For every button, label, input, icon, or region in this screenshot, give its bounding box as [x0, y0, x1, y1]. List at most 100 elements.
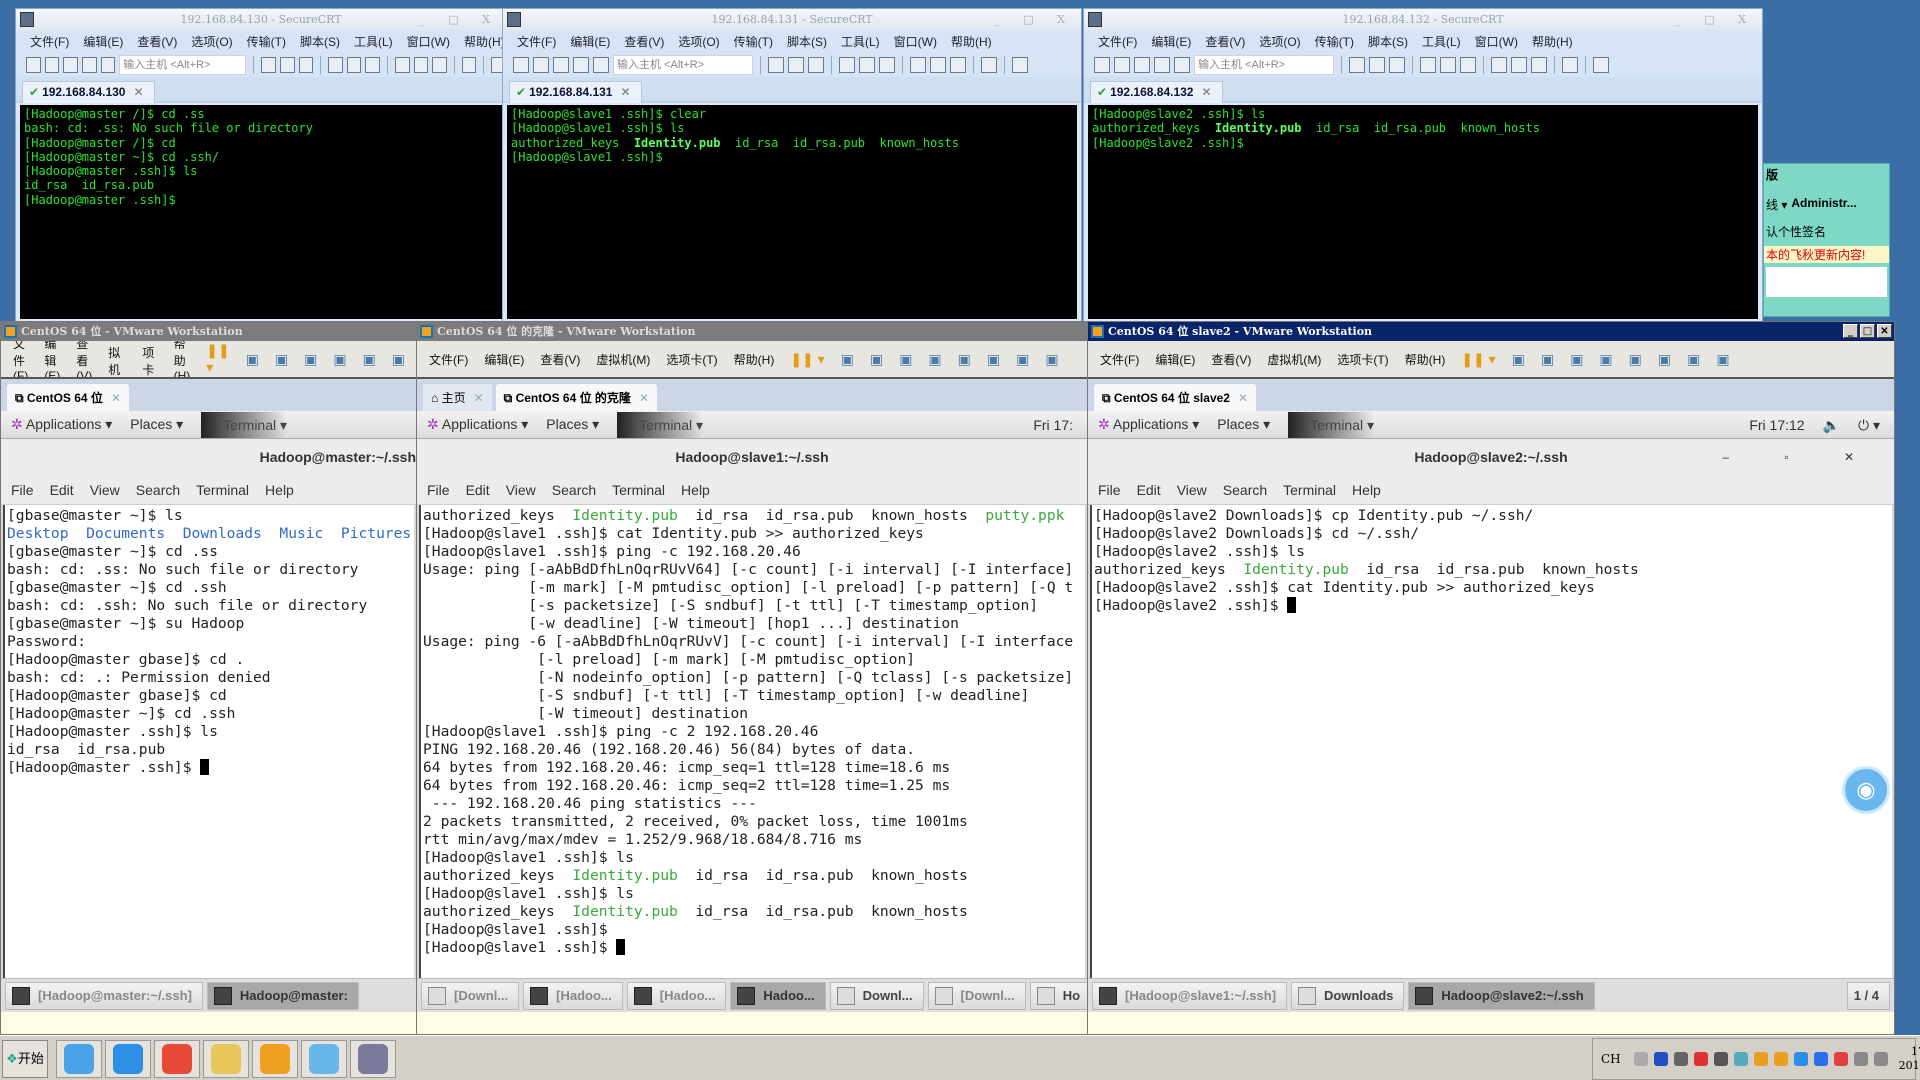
menu-item[interactable]: 查看(V) — [540, 351, 580, 368]
window-list-item[interactable]: Downl... — [829, 982, 924, 1010]
copy-icon[interactable] — [768, 57, 784, 73]
host-input[interactable]: 输入主机 <Alt+R> — [1194, 55, 1334, 75]
connect-icon[interactable] — [513, 57, 529, 73]
gnome-clock[interactable]: Fri 17:12 — [1749, 411, 1804, 439]
menu-item[interactable]: 脚本(S) — [787, 31, 827, 53]
menu-item[interactable]: 编辑(E) — [83, 31, 123, 53]
menu-item[interactable]: 工具(L) — [841, 31, 880, 53]
menu-item[interactable]: 编辑(E) — [1155, 351, 1195, 368]
terminal-menu-item[interactable]: Edit — [1137, 482, 1161, 498]
terminal-menu-item[interactable]: Terminal — [196, 482, 249, 498]
menu-item[interactable]: 选项(O) — [191, 31, 232, 53]
thumbnail-icon[interactable]: ▣ — [987, 351, 1000, 368]
terminal-menu-item[interactable]: Search — [552, 482, 596, 498]
xx-icon[interactable] — [1753, 1052, 1768, 1066]
send-ctrl-alt-del-icon[interactable]: ▣ — [1512, 351, 1525, 368]
snapshot-icon[interactable]: ▣ — [275, 351, 288, 368]
signal-icon[interactable] — [1853, 1052, 1868, 1066]
menu-item[interactable]: 文件(F) — [429, 351, 468, 368]
printer-icon[interactable] — [879, 57, 895, 73]
menu-item[interactable]: 文件(F) — [30, 31, 69, 53]
pause-icon[interactable]: ❚❚ ▾ — [206, 342, 229, 376]
menu-item[interactable]: 文件(F) — [517, 31, 556, 53]
session-options-icon[interactable] — [910, 57, 926, 73]
terminal-menu-item[interactable]: Help — [1352, 482, 1381, 498]
reconnect-icon[interactable] — [81, 57, 97, 73]
terminal-menu-item[interactable]: Edit — [50, 482, 74, 498]
menu-item[interactable]: 脚本(S) — [300, 31, 340, 53]
terminal-output[interactable]: authorized_keys Identity.pub id_rsa id_r… — [419, 505, 1085, 978]
paste-icon[interactable] — [788, 57, 804, 73]
window-controls[interactable]: _ □ X — [994, 9, 1075, 31]
terminal-menu-item[interactable]: Help — [265, 482, 294, 498]
vm-tab[interactable]: ⧉ CentOS 64 位 ✕ — [7, 384, 129, 413]
menu-item[interactable]: 文件(F) — [1098, 31, 1137, 53]
connect-icon[interactable] — [26, 57, 41, 73]
close-tab-icon[interactable]: ✕ — [111, 391, 121, 405]
thumbnail-icon[interactable]: ▣ — [1658, 351, 1671, 368]
weather-icon[interactable] — [1733, 1052, 1748, 1066]
quick-connect-icon[interactable] — [1114, 57, 1130, 73]
menu-item[interactable]: 查看(V) — [1211, 351, 1251, 368]
terminal-menu-item[interactable]: Help — [681, 482, 710, 498]
revert-snapshot-icon[interactable]: ▣ — [1570, 351, 1583, 368]
terminal-menu-item[interactable]: View — [506, 482, 536, 498]
securecrt-button[interactable] — [350, 1040, 396, 1078]
print-setup-icon[interactable] — [328, 57, 343, 73]
keymap-icon[interactable] — [950, 57, 966, 73]
menu-item[interactable]: 虚拟机(M) — [596, 351, 650, 368]
close-tab-icon[interactable]: ✕ — [474, 391, 484, 405]
qq-panel[interactable]: 版 线 ▾ Administr... 认个性签名 本的飞秋更新内容! — [1763, 163, 1890, 317]
clock[interactable]: 17:122017/5/12 — [1899, 1045, 1920, 1073]
volume-icon[interactable]: 🔈 — [1823, 411, 1840, 439]
close-tab-icon[interactable]: ✕ — [1201, 85, 1211, 99]
wifi-icon[interactable] — [1793, 1052, 1808, 1066]
print-icon[interactable] — [859, 57, 875, 73]
terminal-output[interactable]: [Hadoop@slave2 .ssh]$ ls authorized_keys … — [1088, 105, 1758, 319]
qq-search-box[interactable] — [1766, 267, 1887, 297]
maximize-button[interactable]: □ — [1860, 324, 1875, 338]
print-setup-icon[interactable] — [839, 57, 855, 73]
menu-item[interactable]: 帮助(H) — [734, 351, 775, 368]
menu-item[interactable]: 窗口(W) — [894, 31, 937, 53]
print-icon[interactable] — [346, 57, 362, 73]
snapshot-icon[interactable]: ▣ — [1541, 351, 1554, 368]
revert-snapshot-icon[interactable]: ▣ — [899, 351, 912, 368]
quick-connect-icon[interactable] — [533, 57, 549, 73]
terminal-app-menu[interactable]: Terminal ▾ — [617, 411, 704, 438]
show-library-icon[interactable]: ▣ — [958, 351, 971, 368]
menu-item[interactable]: 编辑(E) — [484, 351, 524, 368]
menu-item[interactable]: 传输(T) — [247, 31, 286, 53]
disconnect-icon[interactable] — [100, 57, 116, 73]
qq-browser-button[interactable] — [56, 1040, 102, 1078]
menu-item[interactable]: 传输(T) — [1315, 31, 1354, 53]
terminal-menu-item[interactable]: Search — [1223, 482, 1267, 498]
send-ctrl-alt-del-icon[interactable]: ▣ — [841, 351, 854, 368]
global-options-icon[interactable] — [1511, 57, 1527, 73]
find-icon[interactable] — [808, 57, 824, 73]
qq-status[interactable]: 线 ▾ — [1766, 196, 1787, 213]
reconnect-icon[interactable] — [1154, 57, 1170, 73]
snapshot-icon[interactable]: ▣ — [870, 351, 883, 368]
fullscreen-icon[interactable]: ▣ — [1016, 351, 1029, 368]
window-list-item[interactable]: Hadoop@master: — [206, 982, 359, 1010]
print-setup-icon[interactable] — [1420, 57, 1436, 73]
applications-menu[interactable]: ✲ Applications ▾ — [427, 416, 528, 433]
menu-item[interactable]: 工具(L) — [354, 31, 393, 53]
language-indicator[interactable]: CH — [1601, 1052, 1621, 1066]
connect-tab-icon[interactable] — [1134, 57, 1150, 73]
revert-snapshot-icon[interactable]: ▣ — [304, 351, 317, 368]
session-options-icon[interactable] — [394, 57, 410, 73]
thumbnail-icon[interactable]: ▣ — [392, 351, 405, 368]
terminal-app-menu[interactable]: Terminal ▾ — [201, 411, 288, 438]
pause-icon[interactable]: ❚❚ ▾ — [1461, 351, 1495, 368]
terminal-output[interactable]: [Hadoop@master /]$ cd .ss bash: cd: .ss: … — [20, 105, 502, 319]
menu-item[interactable]: 查看(V) — [76, 335, 92, 383]
menu-item[interactable]: 窗口(W) — [1475, 31, 1518, 53]
help-icon[interactable] — [1653, 1052, 1668, 1066]
window-list-item[interactable]: [Downl... — [421, 982, 520, 1010]
printer-icon[interactable] — [1460, 57, 1476, 73]
messenger-button[interactable] — [301, 1040, 347, 1078]
terminal-window-controls[interactable]: ‒ ▫ ✕ — [1722, 439, 1880, 475]
quick-connect-icon[interactable] — [44, 57, 60, 73]
